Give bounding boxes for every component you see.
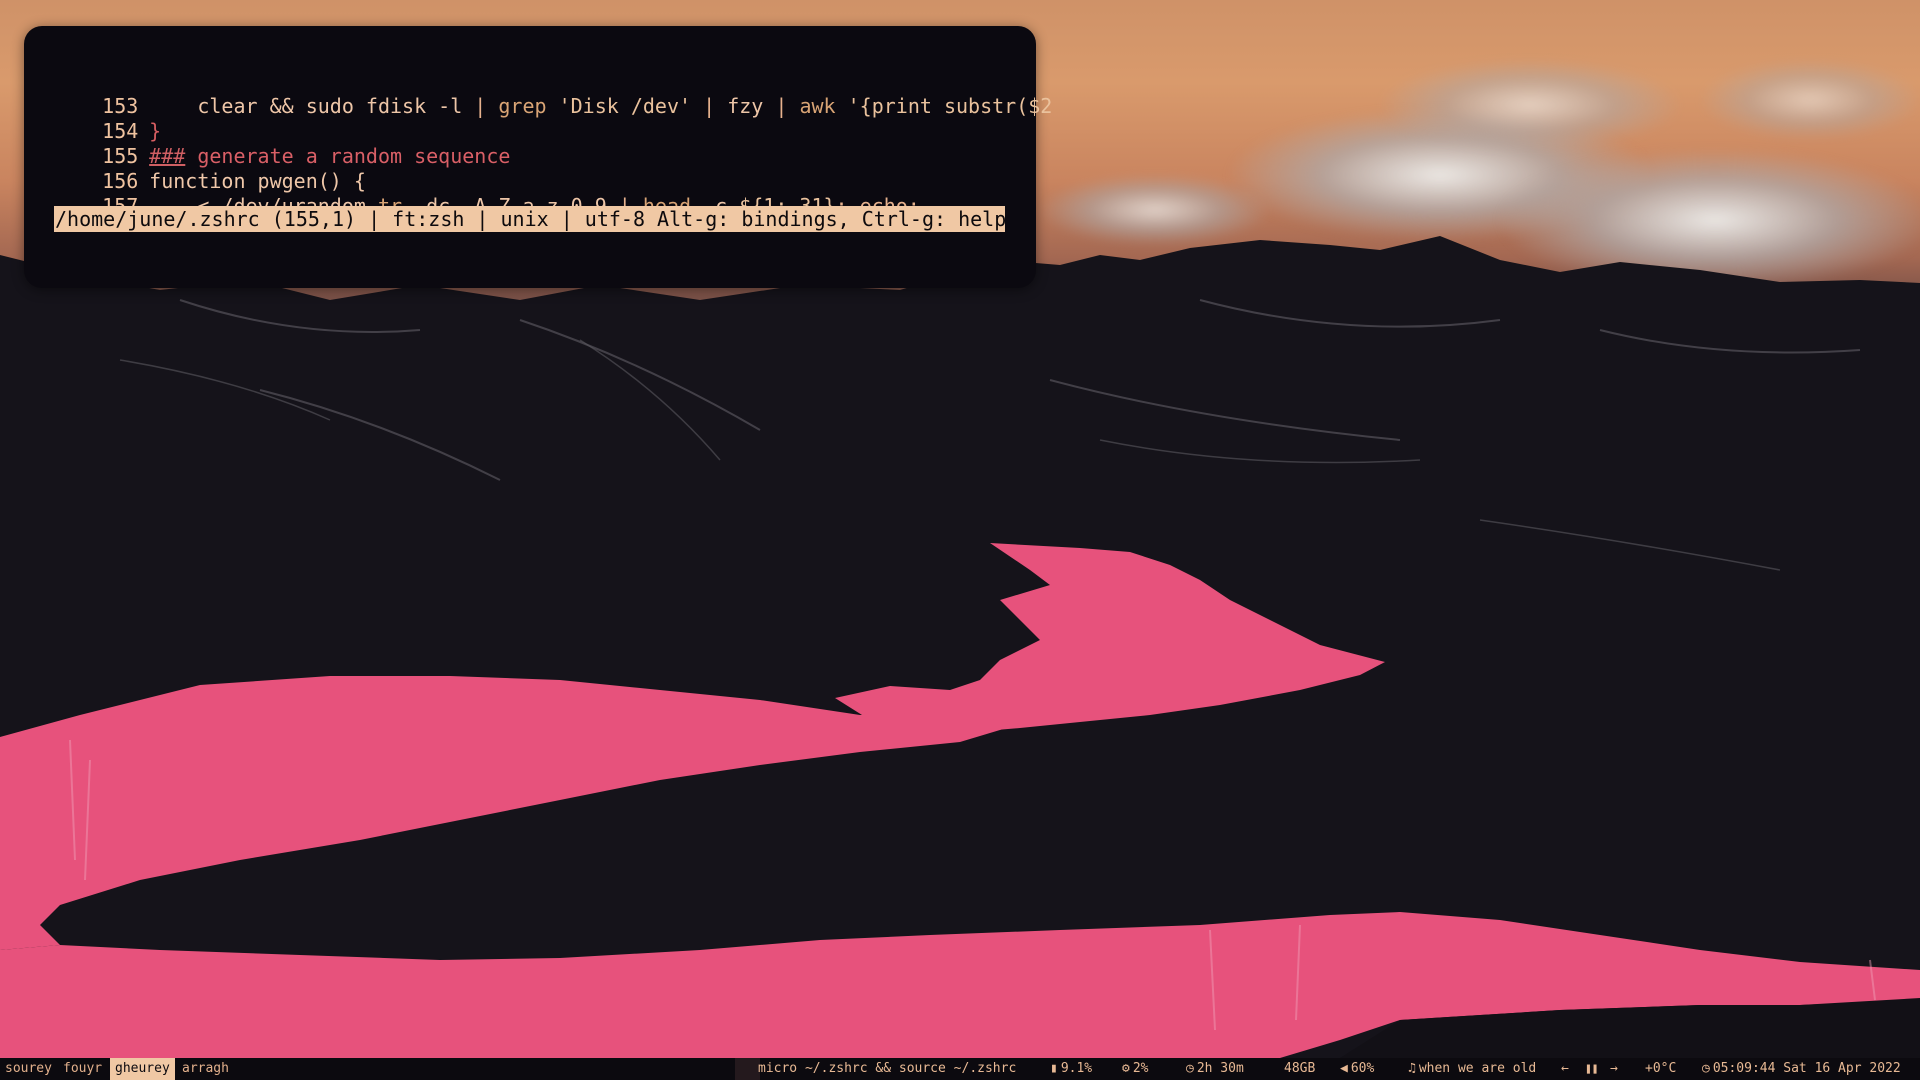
- code-token: |: [703, 94, 728, 118]
- code-line[interactable]: 153 clear && sudo fdisk -l | grep 'Disk …: [54, 70, 1052, 118]
- terminal-window[interactable]: 153 clear && sudo fdisk -l | grep 'Disk …: [24, 26, 1052, 288]
- datetime-value: 05:09:44 Sat 16 Apr 2022: [1712, 1061, 1901, 1076]
- disk-value: 48GB: [1284, 1061, 1316, 1076]
- media-pause-button[interactable]: ❚❚: [1585, 1058, 1598, 1080]
- code-token: grep: [498, 94, 559, 118]
- code-line[interactable]: 157 < /dev/urandom tr -dc _A-Z-a-z-0-9 |…: [54, 170, 920, 218]
- memory-value: 9.1%: [1060, 1061, 1093, 1076]
- status-bar: sourey fouyr gheurey arragh micro ~/.zsh…: [0, 1058, 1920, 1080]
- cpu-widget: ⚙ 2%: [1122, 1058, 1148, 1080]
- code-token: '{print substr($2: [847, 94, 1053, 118]
- music-note-icon: ♫: [1408, 1061, 1416, 1076]
- music-widget[interactable]: ♫ when we are old: [1408, 1058, 1536, 1080]
- bar-separator: [735, 1058, 760, 1080]
- code-token: fzy: [727, 94, 776, 118]
- code-line[interactable]: 156 function pwgen() {: [54, 145, 366, 193]
- workspace-gheurey[interactable]: gheurey: [110, 1058, 175, 1080]
- cpu-icon: ⚙: [1122, 1061, 1130, 1076]
- code-token: awk: [799, 94, 848, 118]
- workspace-fouyr[interactable]: fouyr: [58, 1058, 107, 1080]
- speaker-icon: ◀: [1340, 1061, 1348, 1076]
- code-line[interactable]: 155 ### generate a random sequence: [54, 120, 510, 168]
- memory-icon: ▮: [1050, 1061, 1058, 1076]
- editor-status-line: /home/june/.zshrc (155,1) | ft:zsh | uni…: [54, 206, 1007, 232]
- volume-widget[interactable]: ◀ 60%: [1340, 1058, 1374, 1080]
- memory-widget: ▮ 9.1%: [1050, 1058, 1092, 1080]
- code-line[interactable]: 154}: [54, 95, 161, 143]
- code-token: |: [775, 94, 800, 118]
- code-token: |: [474, 94, 499, 118]
- music-title: when we are old: [1418, 1061, 1537, 1076]
- clock-icon: ◷: [1702, 1061, 1710, 1076]
- code-token: clear && sudo fdisk -l: [149, 94, 475, 118]
- temperature-value: +0°C: [1645, 1061, 1677, 1076]
- media-next-button[interactable]: →: [1610, 1058, 1618, 1080]
- uptime-value: 2h 30m: [1196, 1061, 1244, 1076]
- clock-icon: ◷: [1186, 1061, 1194, 1076]
- workspace-sourey[interactable]: sourey: [0, 1058, 57, 1080]
- window-title: micro ~/.zshrc && source ~/.zshrc: [758, 1061, 1017, 1076]
- media-prev-button[interactable]: ←: [1561, 1058, 1569, 1080]
- workspace-arragh[interactable]: arragh: [177, 1058, 234, 1080]
- datetime-widget[interactable]: ◷ 05:09:44 Sat 16 Apr 2022: [1702, 1058, 1901, 1080]
- volume-value: 60%: [1350, 1061, 1375, 1076]
- code-token: 'Disk /dev': [558, 94, 704, 118]
- uptime-widget: ◷ 2h 30m: [1186, 1058, 1244, 1080]
- cpu-value: 2%: [1132, 1061, 1149, 1076]
